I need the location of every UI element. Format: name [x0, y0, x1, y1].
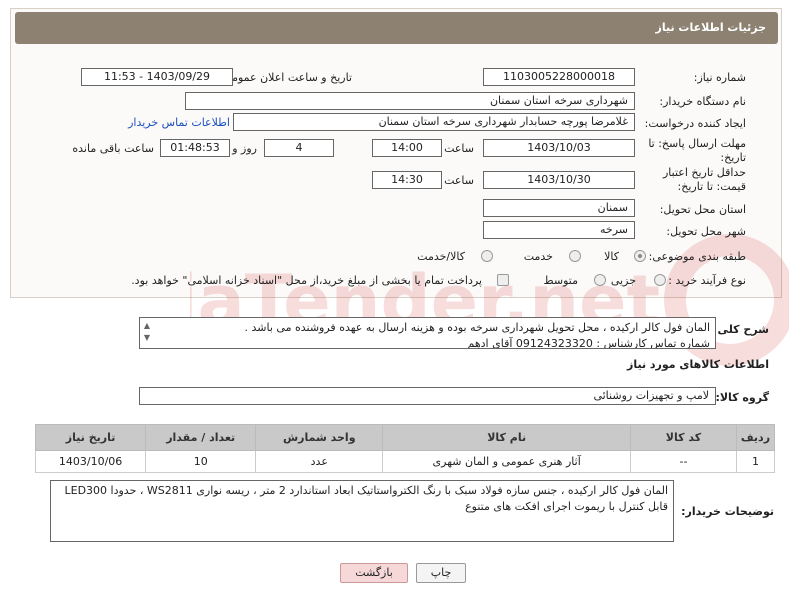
process-option-minor: جزیی: [610, 274, 636, 287]
price-validity-label: حداقل تاریخ اعتبار قیمت: تا تاریخ:: [662, 166, 746, 193]
city-field: سرخه: [483, 221, 635, 239]
announce-date-field: 1403/09/29 - 11:53: [81, 68, 233, 86]
table-row: 1 -- آثار هنری عمومی و المان شهری عدد 10…: [34, 450, 776, 473]
price-validity-time-field: 14:30: [372, 171, 442, 189]
col-unit: واحد شمارش: [255, 424, 384, 451]
header-bar: جزئیات اطلاعات نیاز: [15, 12, 778, 44]
buyer-org-field: شهرداری سرخه استان سمنان: [185, 92, 635, 110]
price-validity-date-field: 1403/10/30: [483, 171, 635, 189]
reply-date-field: 1403/10/03: [483, 139, 635, 157]
buyer-desc-box: المان فول کالر ارکیده ، جنس سازه فولاد س…: [50, 480, 674, 542]
goods-group-label: گروه کالا:: [715, 391, 769, 404]
goods-group-field: لامپ و تجهیزات روشنائی: [139, 387, 716, 405]
reply-time-field: 14:00: [372, 139, 442, 157]
province-field: سمنان: [483, 199, 635, 217]
buyer-org-label: نام دستگاه خریدار:: [659, 95, 746, 108]
price-time-label: ساعت: [444, 174, 474, 187]
col-need-date: تاریخ نیاز: [34, 424, 147, 451]
category-label: طبقه بندی موضوعی:: [648, 250, 746, 263]
overall-desc-scrollbar[interactable]: ▲ ▼: [140, 320, 154, 346]
payment-treasury-checkbox[interactable]: [497, 274, 509, 286]
cell-unit: عدد: [255, 450, 384, 473]
process-option-medium: متوسط: [543, 274, 578, 287]
days-remaining-field: 4: [264, 139, 334, 157]
province-label: استان محل تحویل:: [659, 203, 746, 216]
process-radio-minor[interactable]: [654, 274, 666, 286]
category-radio-service[interactable]: [569, 250, 581, 262]
goods-section-title: اطلاعات کالاهای مورد نیاز: [627, 358, 769, 371]
buyer-desc-label: توضیحات خریدار:: [681, 505, 774, 518]
cell-need-date: 1403/10/06: [34, 450, 147, 473]
category-option-service: خدمت: [523, 250, 553, 263]
creator-field: غلامرضا پورچه حسابدار شهرداری سرخه استان…: [233, 113, 635, 131]
col-goods-code: کد کالا: [630, 424, 737, 451]
buyer-contact-link[interactable]: اطلاعات تماس خریدار: [128, 116, 230, 129]
payment-note: پرداخت تمام یا بخشی از مبلغ خرید،از محل …: [131, 274, 482, 287]
remaining-time-field: 01:48:53: [160, 139, 230, 157]
cell-quantity: 10: [145, 450, 257, 473]
col-quantity: تعداد / مقدار: [145, 424, 257, 451]
overall-desc-line-1: المان فول کالر ارکیده ، محل تحویل شهردار…: [244, 321, 710, 334]
col-row-number: ردیف: [735, 424, 776, 451]
col-goods-name: نام کالا: [382, 424, 632, 451]
need-number-field: 1103005228000018: [483, 68, 635, 86]
days-label: روز و: [232, 142, 257, 155]
creator-label: ایجاد کننده درخواست:: [644, 117, 746, 130]
cell-row-number: 1: [735, 450, 776, 473]
category-radio-goods-service[interactable]: [481, 250, 493, 262]
print-button[interactable]: چاپ: [416, 563, 466, 583]
page-title: جزئیات اطلاعات نیاز: [655, 21, 767, 34]
category-option-goods-service: کالا/خدمت: [417, 250, 465, 263]
city-label: شهر محل تحویل:: [666, 225, 746, 238]
category-option-goods: کالا: [604, 250, 619, 263]
need-number-label: شماره نیاز:: [693, 71, 746, 84]
cell-goods-name: آثار هنری عمومی و المان شهری: [382, 450, 632, 473]
category-radio-goods[interactable]: [634, 250, 646, 262]
announce-date-label: تاریخ و ساعت اعلان عمومی:: [219, 71, 352, 84]
remaining-time-label: ساعت باقی مانده: [72, 142, 154, 155]
goods-table-header: ردیف کد کالا نام کالا واحد شمارش تعداد /…: [34, 424, 776, 451]
reply-time-label: ساعت: [444, 142, 474, 155]
goods-table: ردیف کد کالا نام کالا واحد شمارش تعداد /…: [34, 424, 776, 473]
process-radio-medium[interactable]: [594, 274, 606, 286]
overall-desc-box: المان فول کالر ارکیده ، محل تحویل شهردار…: [139, 317, 716, 349]
back-button[interactable]: بازگشت: [340, 563, 408, 583]
overall-desc-line-2: شماره تماس کارشناس : 09124323320 آقای اد…: [467, 337, 710, 349]
process-type-label: نوع فرآیند خرید :: [668, 274, 746, 287]
cell-goods-code: --: [630, 450, 737, 473]
reply-deadline-label: مهلت ارسال پاسخ: تا تاریخ:: [648, 137, 746, 164]
